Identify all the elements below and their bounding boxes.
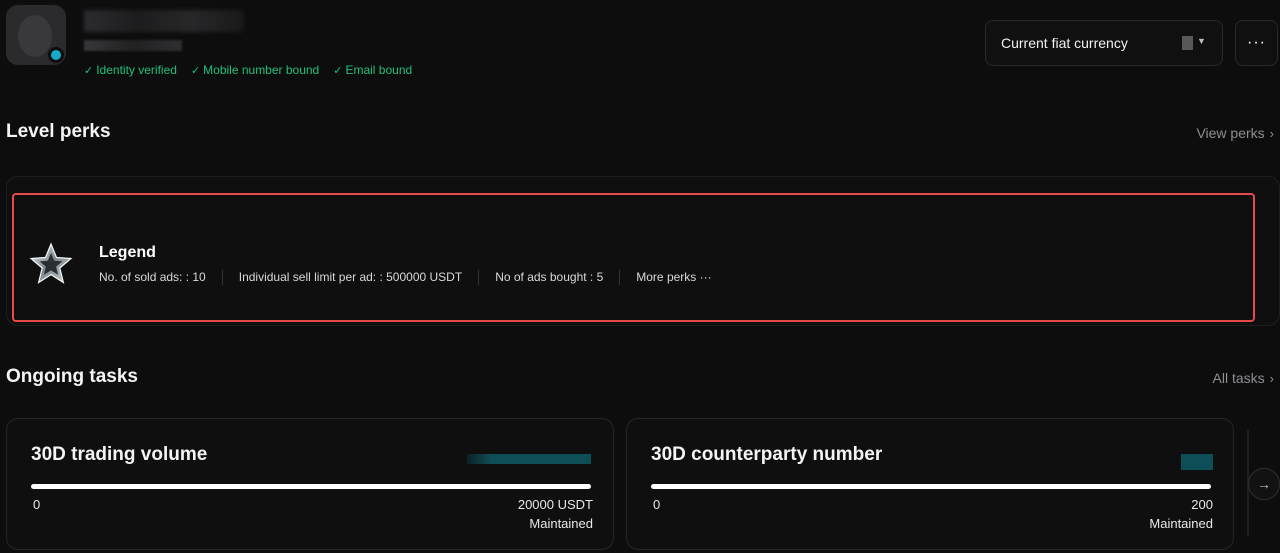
all-tasks-link[interactable]: All tasks › [1213, 370, 1274, 386]
chevron-right-icon: › [1269, 370, 1274, 386]
email-bound-label: Email bound [345, 63, 413, 77]
carousel-next-button[interactable]: → [1248, 468, 1280, 500]
check-icon: ✓ [333, 64, 343, 77]
view-perks-label: View perks [1196, 125, 1265, 141]
task-start-value: 0 [33, 497, 41, 512]
level-perks-highlight [12, 193, 1255, 322]
task-decoration [1181, 454, 1213, 470]
level-name: Legend [99, 244, 156, 261]
task-title: 30D counterparty number [651, 444, 883, 465]
task-decoration [467, 454, 591, 464]
task-target-value: 20000 USDT [517, 497, 593, 512]
task-progress-bar [31, 484, 591, 489]
currency-flag-icon [1182, 36, 1193, 50]
perk-sell-limit: Individual sell limit per ad: : 500000 U… [221, 270, 478, 285]
task-status: Maintained [1149, 516, 1213, 531]
mobile-bound-badge: ✓ Mobile number bound [191, 63, 319, 77]
more-options-button[interactable]: ··· [1235, 20, 1278, 66]
p2p-profile-page: ✓ Identity verified ✓ Mobile number boun… [0, 0, 1280, 553]
email-bound-badge: ✓ Email bound [333, 63, 412, 77]
identity-verified-label: Identity verified [96, 63, 177, 77]
perk-list: No. of sold ads: : 10 Individual sell li… [99, 270, 728, 285]
arrow-right-icon: → [1257, 476, 1271, 492]
more-dots-icon: ··· [1247, 34, 1266, 51]
chevron-right-icon: › [1269, 125, 1274, 141]
blurred-user-id [84, 40, 182, 51]
check-icon: ✓ [84, 64, 94, 77]
task-card-trading-volume[interactable]: 30D trading volume 0 20000 USDT Maintain… [6, 418, 614, 550]
view-perks-link[interactable]: View perks › [1196, 125, 1274, 141]
perk-ads-bought: No of ads bought : 5 [478, 270, 619, 285]
caret-down-icon: ▼ [1197, 36, 1206, 46]
star-badge-icon [29, 242, 73, 284]
blurred-username [84, 10, 244, 32]
task-start-value: 0 [653, 497, 661, 512]
fiat-currency-label: Current fiat currency [1001, 35, 1128, 51]
all-tasks-label: All tasks [1212, 370, 1265, 386]
online-status-dot [48, 47, 64, 63]
mobile-bound-label: Mobile number bound [203, 63, 320, 77]
avatar-image [18, 15, 52, 57]
task-title: 30D trading volume [31, 444, 208, 465]
level-perks-title: Level perks [6, 121, 111, 142]
perk-sold-ads: No. of sold ads: : 10 [99, 270, 206, 284]
task-card-counterparty-number[interactable]: 30D counterparty number 0 200 Maintained [626, 418, 1234, 550]
verification-badges: ✓ Identity verified ✓ Mobile number boun… [84, 63, 412, 77]
task-progress-bar [651, 484, 1211, 489]
check-icon: ✓ [190, 64, 201, 77]
task-status: Maintained [529, 516, 593, 531]
more-perks-link[interactable]: More perks ··· [619, 270, 727, 285]
avatar[interactable] [6, 5, 66, 65]
fiat-currency-selector[interactable]: Current fiat currency ▼ [985, 20, 1223, 66]
identity-verified-badge: ✓ Identity verified [84, 63, 177, 77]
ongoing-tasks-title: Ongoing tasks [6, 366, 138, 387]
task-target-value: 200 [1191, 497, 1213, 512]
